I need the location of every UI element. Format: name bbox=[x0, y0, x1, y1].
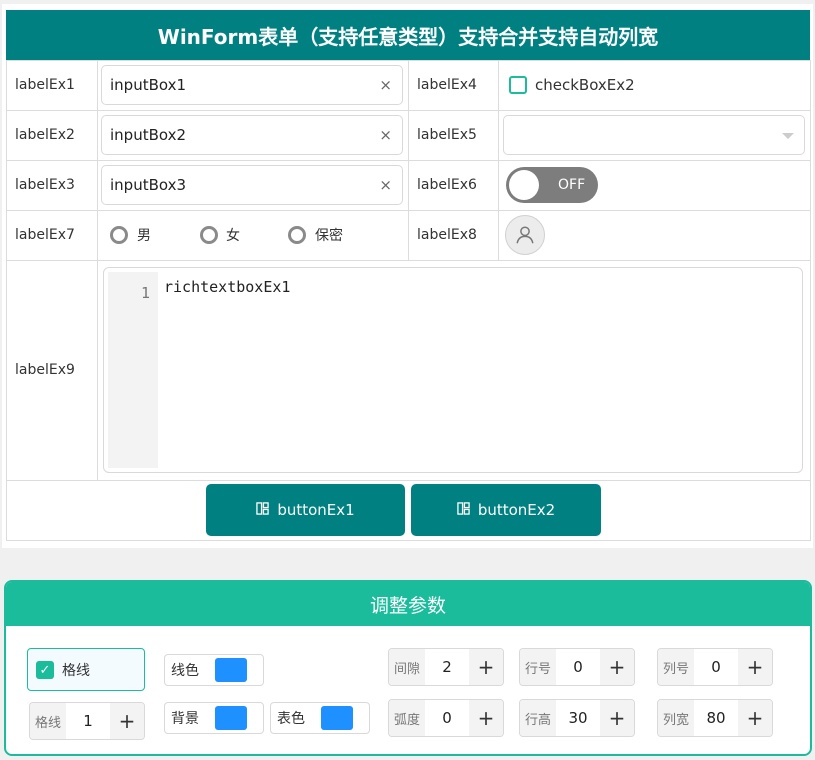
grid-width-value[interactable]: 1 bbox=[66, 703, 110, 739]
label-ex4: labelEx4 bbox=[417, 77, 477, 93]
plus-icon[interactable]: + bbox=[469, 700, 503, 736]
line-number-gutter: 1 bbox=[108, 272, 158, 468]
label-ex7: labelEx7 bbox=[15, 227, 75, 243]
radio-label-male[interactable]: 男 bbox=[137, 210, 151, 260]
row-height-value[interactable]: 30 bbox=[556, 700, 600, 736]
radius-label: 弧度 bbox=[389, 700, 425, 736]
grid-line-checkbox-label: 格线 bbox=[62, 662, 90, 679]
table-color-label: 表色 bbox=[277, 711, 305, 727]
radius-value[interactable]: 0 bbox=[425, 700, 469, 736]
gap-label: 间隙 bbox=[389, 649, 425, 685]
grid-width-stepper[interactable]: 格线 1 + bbox=[29, 702, 145, 740]
user-icon bbox=[516, 226, 534, 244]
background-color-label: 背景 bbox=[171, 711, 199, 727]
checkbox-ex2-box[interactable] bbox=[509, 76, 527, 94]
gap-stepper[interactable]: 间隙 2 + bbox=[388, 648, 504, 686]
column-number-label: 列号 bbox=[658, 649, 694, 685]
column-width-value[interactable]: 80 bbox=[694, 700, 738, 736]
column-width-stepper[interactable]: 列宽 80 + bbox=[657, 699, 773, 737]
input-box2[interactable]: inputBox2 × bbox=[101, 115, 403, 155]
input-box1[interactable]: inputBox1 × bbox=[101, 65, 403, 105]
radio-option-male[interactable] bbox=[110, 226, 128, 244]
column-number-value[interactable]: 0 bbox=[694, 649, 738, 685]
input-box1-value: inputBox1 bbox=[110, 76, 187, 94]
switch-state-text: OFF bbox=[558, 177, 586, 193]
line-color-swatch[interactable] bbox=[215, 658, 247, 682]
grid-icon bbox=[256, 501, 270, 519]
plus-icon[interactable]: + bbox=[600, 700, 634, 736]
plus-icon[interactable]: + bbox=[738, 700, 772, 736]
button-ex1[interactable]: buttonEx1 bbox=[206, 484, 405, 536]
gap-value[interactable]: 2 bbox=[425, 649, 469, 685]
background-color-picker[interactable]: 背景 bbox=[164, 702, 264, 734]
label-ex6: labelEx6 bbox=[417, 177, 477, 193]
switch-knob bbox=[509, 170, 539, 200]
grid-icon bbox=[457, 501, 470, 519]
grid-line-checkbox[interactable]: ✓ 格线 bbox=[27, 648, 145, 691]
check-icon: ✓ bbox=[36, 661, 54, 679]
column-width-label: 列宽 bbox=[658, 700, 694, 736]
grid-width-label: 格线 bbox=[30, 703, 66, 739]
radio-label-secret[interactable]: 保密 bbox=[315, 210, 343, 260]
line-color-label: 线色 bbox=[171, 663, 199, 679]
row-number-stepper[interactable]: 行号 0 + bbox=[519, 648, 635, 686]
label-ex5: labelEx5 bbox=[417, 127, 477, 143]
checkbox-ex2-label[interactable]: checkBoxEx2 bbox=[535, 60, 635, 110]
label-ex3: labelEx3 bbox=[15, 177, 75, 193]
switch-ex6[interactable]: OFF bbox=[506, 167, 598, 203]
line-number: 1 bbox=[140, 284, 150, 302]
column-number-stepper[interactable]: 列号 0 + bbox=[657, 648, 773, 686]
avatar[interactable] bbox=[505, 215, 545, 255]
plus-icon[interactable]: + bbox=[600, 649, 634, 685]
richtextbox-ex1[interactable]: 1 richtextboxEx1 bbox=[103, 267, 803, 473]
plus-icon[interactable]: + bbox=[738, 649, 772, 685]
button-ex2-label: buttonEx2 bbox=[477, 501, 556, 519]
cell-buttons bbox=[6, 480, 811, 541]
input-box3-value: inputBox3 bbox=[110, 176, 187, 194]
radio-label-female[interactable]: 女 bbox=[226, 210, 240, 260]
row-height-stepper[interactable]: 行高 30 + bbox=[519, 699, 635, 737]
clear-icon[interactable]: × bbox=[379, 126, 392, 144]
background-color-swatch[interactable] bbox=[215, 706, 247, 730]
row-number-value[interactable]: 0 bbox=[556, 649, 600, 685]
form-title: WinForm表单（支持任意类型）支持合并支持自动列宽 bbox=[6, 10, 810, 60]
table-color-swatch[interactable] bbox=[321, 706, 353, 730]
input-box3[interactable]: inputBox3 × bbox=[101, 165, 403, 205]
row-number-label: 行号 bbox=[520, 649, 556, 685]
row-height-label: 行高 bbox=[520, 700, 556, 736]
label-ex1: labelEx1 bbox=[15, 77, 75, 93]
label-ex9: labelEx9 bbox=[15, 362, 75, 378]
plus-icon[interactable]: + bbox=[110, 703, 144, 739]
line-color-picker[interactable]: 线色 bbox=[164, 654, 264, 686]
clear-icon[interactable]: × bbox=[379, 176, 392, 194]
richtextbox-content: richtextboxEx1 bbox=[164, 278, 291, 296]
plus-icon[interactable]: + bbox=[469, 649, 503, 685]
button-ex2[interactable]: buttonEx2 bbox=[411, 484, 601, 536]
param-panel-title: 调整参数 bbox=[6, 582, 810, 626]
radio-option-secret[interactable] bbox=[288, 226, 306, 244]
chevron-down-icon[interactable] bbox=[782, 133, 794, 139]
label-ex8: labelEx8 bbox=[417, 227, 477, 243]
clear-icon[interactable]: × bbox=[379, 76, 392, 94]
button-ex1-label: buttonEx1 bbox=[277, 501, 355, 519]
input-box2-value: inputBox2 bbox=[110, 126, 187, 144]
label-ex2: labelEx2 bbox=[15, 127, 75, 143]
radio-option-female[interactable] bbox=[200, 226, 218, 244]
radius-stepper[interactable]: 弧度 0 + bbox=[388, 699, 504, 737]
table-color-picker[interactable]: 表色 bbox=[270, 702, 370, 734]
select-ex5[interactable] bbox=[503, 115, 805, 155]
